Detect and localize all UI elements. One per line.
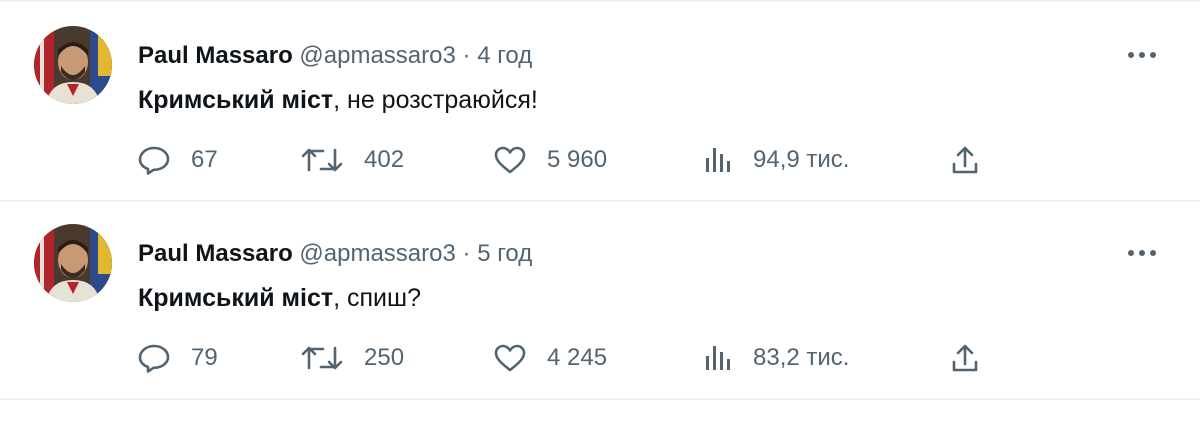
divider: [0, 398, 1200, 400]
views-count: 83,2 тис.: [753, 344, 850, 371]
more-icon: [1128, 250, 1156, 256]
retweet-icon: [301, 346, 343, 370]
author-name[interactable]: Paul Massaro: [138, 42, 293, 69]
tweet-text: Кримський міст, спиш?: [138, 282, 421, 314]
like-button[interactable]: 4 245: [493, 340, 607, 376]
views-icon: [706, 346, 730, 370]
tweet-actions: 79 250 4 245 83,2 тис.: [0, 340, 1200, 376]
reply-button[interactable]: 67: [137, 142, 218, 178]
author-name[interactable]: Paul Massaro: [138, 240, 293, 267]
reply-count: 67: [191, 146, 218, 173]
reply-icon: [138, 146, 170, 175]
tweet-time[interactable]: 5 год: [477, 240, 532, 267]
share-button[interactable]: [950, 340, 980, 376]
reply-button[interactable]: 79: [137, 340, 218, 376]
retweet-count: 402: [364, 146, 405, 173]
avatar[interactable]: [34, 224, 112, 302]
like-count: 4 245: [547, 344, 608, 371]
retweet-icon: [301, 148, 343, 172]
reply-icon: [138, 344, 170, 373]
like-icon: [494, 146, 526, 174]
share-icon: [952, 146, 978, 174]
more-icon: [1128, 52, 1156, 58]
reply-count: 79: [191, 344, 218, 371]
tweet-header: Paul Massaro @apmassaro3 · 4 год: [138, 42, 532, 70]
separator: ·: [462, 240, 471, 267]
share-button[interactable]: [950, 142, 980, 178]
tweet-text-bold: Кримський міст: [138, 284, 334, 312]
tweet-feed: Paul Massaro @apmassaro3 · 4 год Кримськ…: [0, 0, 1200, 424]
author-handle[interactable]: @apmassaro3: [299, 240, 455, 267]
like-icon: [494, 344, 526, 372]
more-button[interactable]: [1122, 238, 1162, 268]
tweet-header: Paul Massaro @apmassaro3 · 5 год: [138, 240, 532, 268]
tweet-actions: 67 402 5 960 94,9 тис.: [0, 142, 1200, 178]
views-icon: [706, 148, 730, 172]
more-button[interactable]: [1122, 40, 1162, 70]
views-button[interactable]: 83,2 тис.: [703, 340, 849, 376]
tweet[interactable]: Paul Massaro @apmassaro3 · 5 год Кримськ…: [0, 200, 1200, 396]
views-count: 94,9 тис.: [753, 146, 850, 173]
tweet-text-rest: , спиш?: [333, 284, 421, 312]
tweet-text: Кримський міст, не розстраюйся!: [138, 84, 538, 116]
author-handle[interactable]: @apmassaro3: [299, 42, 455, 69]
tweet[interactable]: Paul Massaro @apmassaro3 · 4 год Кримськ…: [0, 2, 1200, 198]
retweet-count: 250: [364, 344, 405, 371]
views-button[interactable]: 94,9 тис.: [703, 142, 849, 178]
separator: ·: [462, 42, 471, 69]
avatar[interactable]: [34, 26, 112, 104]
share-icon: [952, 344, 978, 372]
tweet-text-bold: Кримський міст: [138, 86, 334, 114]
retweet-button[interactable]: 250: [300, 340, 404, 376]
like-count: 5 960: [547, 146, 608, 173]
tweet-text-rest: , не розстраюйся!: [333, 86, 538, 114]
like-button[interactable]: 5 960: [493, 142, 607, 178]
tweet-time[interactable]: 4 год: [477, 42, 532, 69]
retweet-button[interactable]: 402: [300, 142, 404, 178]
